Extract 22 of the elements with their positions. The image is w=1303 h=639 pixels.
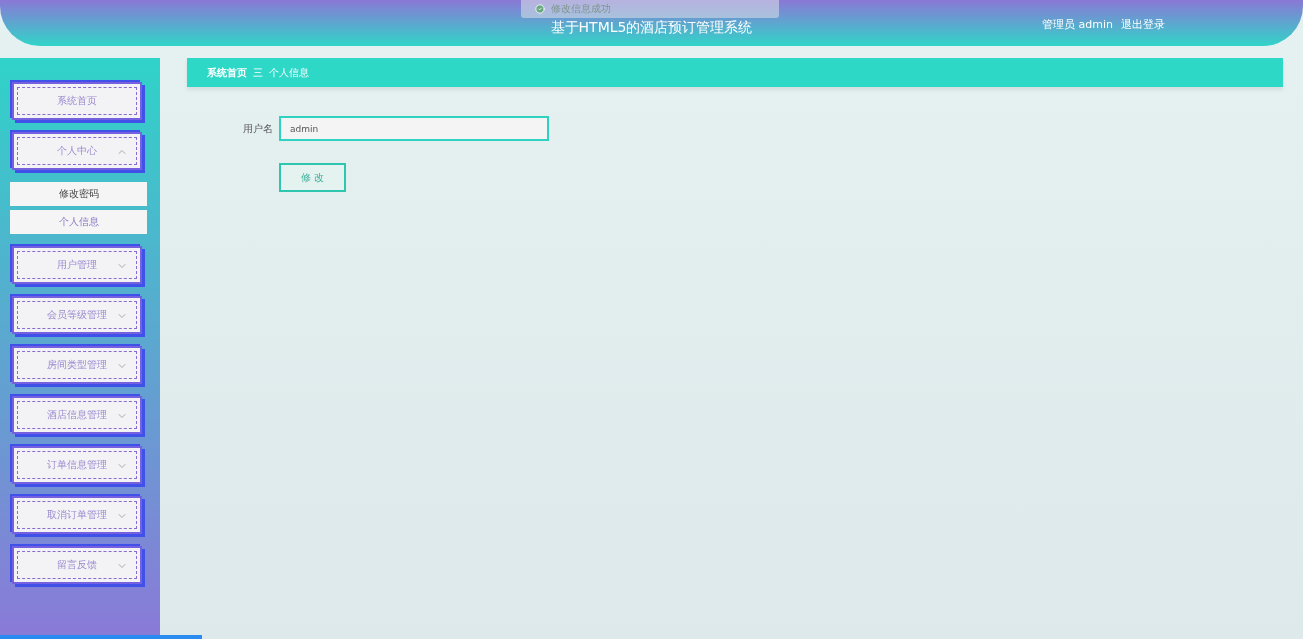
check-icon [535, 4, 545, 14]
menu-item[interactable]: 订单信息管理 [12, 446, 142, 484]
submit-button[interactable]: 修 改 [279, 163, 346, 192]
menu-item[interactable]: 留言反馈 [12, 546, 142, 584]
breadcrumb-separator: 三 [253, 65, 263, 80]
menu-item[interactable]: 用户管理 [12, 246, 142, 284]
menu-item[interactable]: 酒店信息管理 [12, 396, 142, 434]
menu-item[interactable]: 房间类型管理 [12, 346, 142, 384]
submenu-item[interactable]: 个人信息 [10, 210, 147, 234]
menu-item[interactable]: 系统首页 [12, 82, 142, 120]
logout-link[interactable]: 退出登录 [1121, 16, 1165, 32]
app-title: 基于HTML5的酒店预订管理系统 [550, 19, 753, 35]
menu-item[interactable]: 取消订单管理 [12, 496, 142, 534]
field-label: 用户名 [243, 121, 273, 136]
input-field[interactable]: admin [279, 116, 549, 141]
breadcrumb-link[interactable]: 系统首页 [207, 65, 247, 80]
success-toast: 修改信息成功 [521, 0, 779, 18]
user-name: 管理员 admin [1042, 16, 1113, 32]
menu-item[interactable]: 会员等级管理 [12, 296, 142, 334]
menu-item[interactable]: 个人中心 [12, 132, 142, 170]
breadcrumb-current: 个人信息 [269, 65, 309, 80]
submenu-item[interactable]: 修改密码 [10, 182, 147, 206]
